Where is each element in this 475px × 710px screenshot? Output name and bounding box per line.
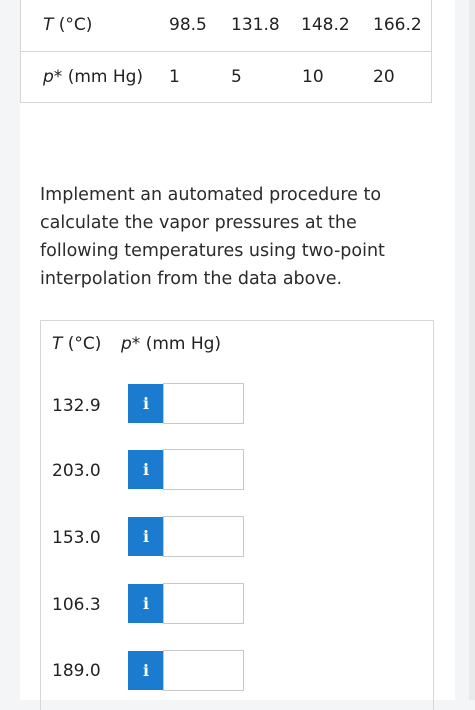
vapor-pressure-input[interactable]: [163, 449, 244, 490]
vapor-pressure-data-table: T (°C) 98.5 131.8 148.2 166.2 p* (mm Hg)…: [20, 0, 432, 103]
answer-temperature-unit: (°C): [62, 334, 102, 354]
answer-row-temperature: 203.0: [52, 461, 101, 481]
temperature-header: T (°C): [43, 0, 92, 51]
answer-row-temperature: 106.3: [52, 595, 101, 615]
pressure-header: p* (mm Hg): [43, 52, 143, 103]
answer-row-temperature: 189.0: [52, 661, 101, 681]
answer-pressure-unit: (mm Hg): [140, 334, 222, 354]
temperature-unit: (°C): [53, 15, 93, 35]
temperature-symbol: T: [43, 15, 54, 35]
answer-temperature-header: T (°C): [52, 334, 101, 354]
pressure-value: 5: [231, 67, 242, 87]
temperature-value: 148.2: [301, 15, 350, 35]
info-icon-button[interactable]: i: [128, 450, 164, 489]
pressure-value: 1: [169, 67, 180, 87]
pressure-row: p* (mm Hg) 1 5 10 20: [21, 52, 431, 103]
vapor-pressure-input[interactable]: [163, 650, 244, 691]
answer-pressure-header: p* (mm Hg): [121, 334, 221, 354]
answer-row-temperature: 132.9: [52, 396, 101, 416]
info-icon-button[interactable]: i: [128, 517, 164, 556]
info-icon-button[interactable]: i: [128, 384, 164, 423]
pressure-unit: (mm Hg): [62, 67, 144, 87]
temperature-value: 98.5: [169, 15, 207, 35]
temperature-value: 131.8: [231, 15, 280, 35]
scrollbar-edge: [469, 0, 475, 700]
answer-temperature-symbol: T: [52, 334, 63, 354]
temperature-value: 166.2: [373, 15, 422, 35]
vapor-pressure-input[interactable]: [163, 383, 244, 424]
pressure-symbol: p*: [43, 67, 63, 87]
info-icon-button[interactable]: i: [128, 584, 164, 623]
temperature-row: T (°C) 98.5 131.8 148.2 166.2: [21, 0, 431, 52]
answer-pressure-symbol: p*: [121, 334, 141, 354]
answer-row-temperature: 153.0: [52, 528, 101, 548]
pressure-value: 20: [373, 67, 395, 87]
vapor-pressure-input[interactable]: [163, 516, 244, 557]
info-icon-button[interactable]: i: [128, 651, 164, 690]
pressure-value: 10: [302, 67, 324, 87]
vapor-pressure-input[interactable]: [163, 583, 244, 624]
question-prompt: Implement an automated procedure to calc…: [40, 185, 385, 289]
